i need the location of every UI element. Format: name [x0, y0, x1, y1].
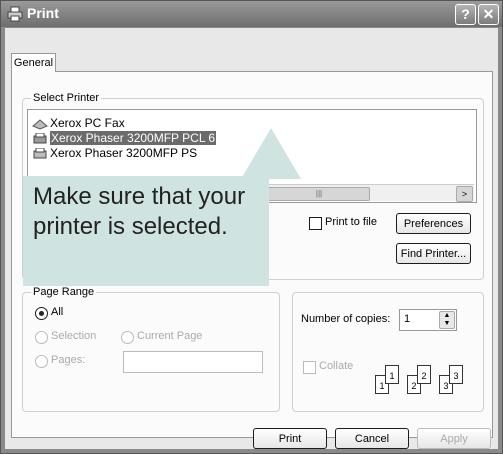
sheet: 1: [385, 365, 399, 384]
close-button[interactable]: ✕: [478, 4, 499, 25]
find-printer-button[interactable]: Find Printer...: [396, 243, 471, 264]
radio-current-page-label: Current Page: [137, 330, 203, 342]
printer-item-label: Xerox Phaser 3200MFP PS: [50, 146, 198, 160]
help-button[interactable]: ?: [455, 4, 476, 25]
print-dialog: Print ? ✕ General Select Printer Xerox P…: [0, 0, 503, 454]
collate-checkbox[interactable]: [303, 361, 316, 374]
print-to-file-label: Print to file: [325, 216, 377, 228]
window-title: Print: [27, 5, 59, 21]
radio-pages-label: Pages:: [51, 354, 86, 366]
pages-input[interactable]: [123, 351, 263, 373]
cancel-button[interactable]: Cancel: [335, 428, 409, 449]
radio-current-page[interactable]: [121, 331, 134, 344]
printer-item-pcl6[interactable]: Xerox Phaser 3200MFP PCL 6: [32, 131, 217, 145]
radio-selection-label: Selection: [51, 330, 97, 342]
tab-general[interactable]: General: [11, 53, 56, 72]
copies-label: Number of copies:: [301, 313, 391, 325]
radio-all[interactable]: [35, 307, 48, 320]
printer-icon: [33, 147, 47, 159]
collate-label: Collate: [319, 360, 354, 372]
callout-pointer-icon: [241, 128, 301, 179]
printer-icon: [7, 6, 23, 22]
scroll-right-arrow-icon[interactable]: >: [456, 186, 473, 202]
callout-text: Make sure that your printer is selected.: [33, 183, 246, 240]
callout-box: Make sure that your printer is selected.: [23, 176, 269, 286]
printer-icon: [33, 132, 47, 144]
printer-item-label: Xerox Phaser 3200MFP PCL 6: [50, 131, 217, 145]
fax-icon: [32, 119, 48, 130]
copies-stepper[interactable]: 1 ▲ ▼: [399, 309, 457, 331]
printer-item-fax[interactable]: Xerox PC Fax: [32, 116, 125, 130]
title-bar: Print ? ✕: [1, 1, 502, 27]
copies-value: 1: [404, 313, 411, 325]
sheet: 3: [449, 365, 463, 384]
copies-group: Number of copies: 1 ▲ ▼ Collate 1 1 2 2 3…: [292, 292, 484, 412]
printer-item-ps[interactable]: Xerox Phaser 3200MFP PS: [32, 146, 197, 160]
radio-all-label: All: [51, 306, 64, 318]
radio-pages[interactable]: [35, 355, 48, 368]
print-to-file-checkbox[interactable]: [309, 217, 322, 230]
scrollbar-thumb[interactable]: |||: [268, 187, 370, 201]
page-range-group: Page Range All Selection Current Page Pa…: [22, 286, 280, 412]
print-button[interactable]: Print: [253, 428, 327, 449]
printer-item-label: Xerox PC Fax: [50, 116, 125, 130]
spin-arrows-icon[interactable]: ▲ ▼: [439, 311, 455, 329]
sheet: 2: [417, 365, 431, 384]
preferences-button[interactable]: Preferences: [396, 213, 471, 234]
select-printer-label: Select Printer: [31, 92, 102, 104]
apply-button[interactable]: Apply: [417, 428, 491, 449]
page-range-label: Page Range: [31, 286, 97, 298]
radio-selection[interactable]: [35, 331, 48, 344]
